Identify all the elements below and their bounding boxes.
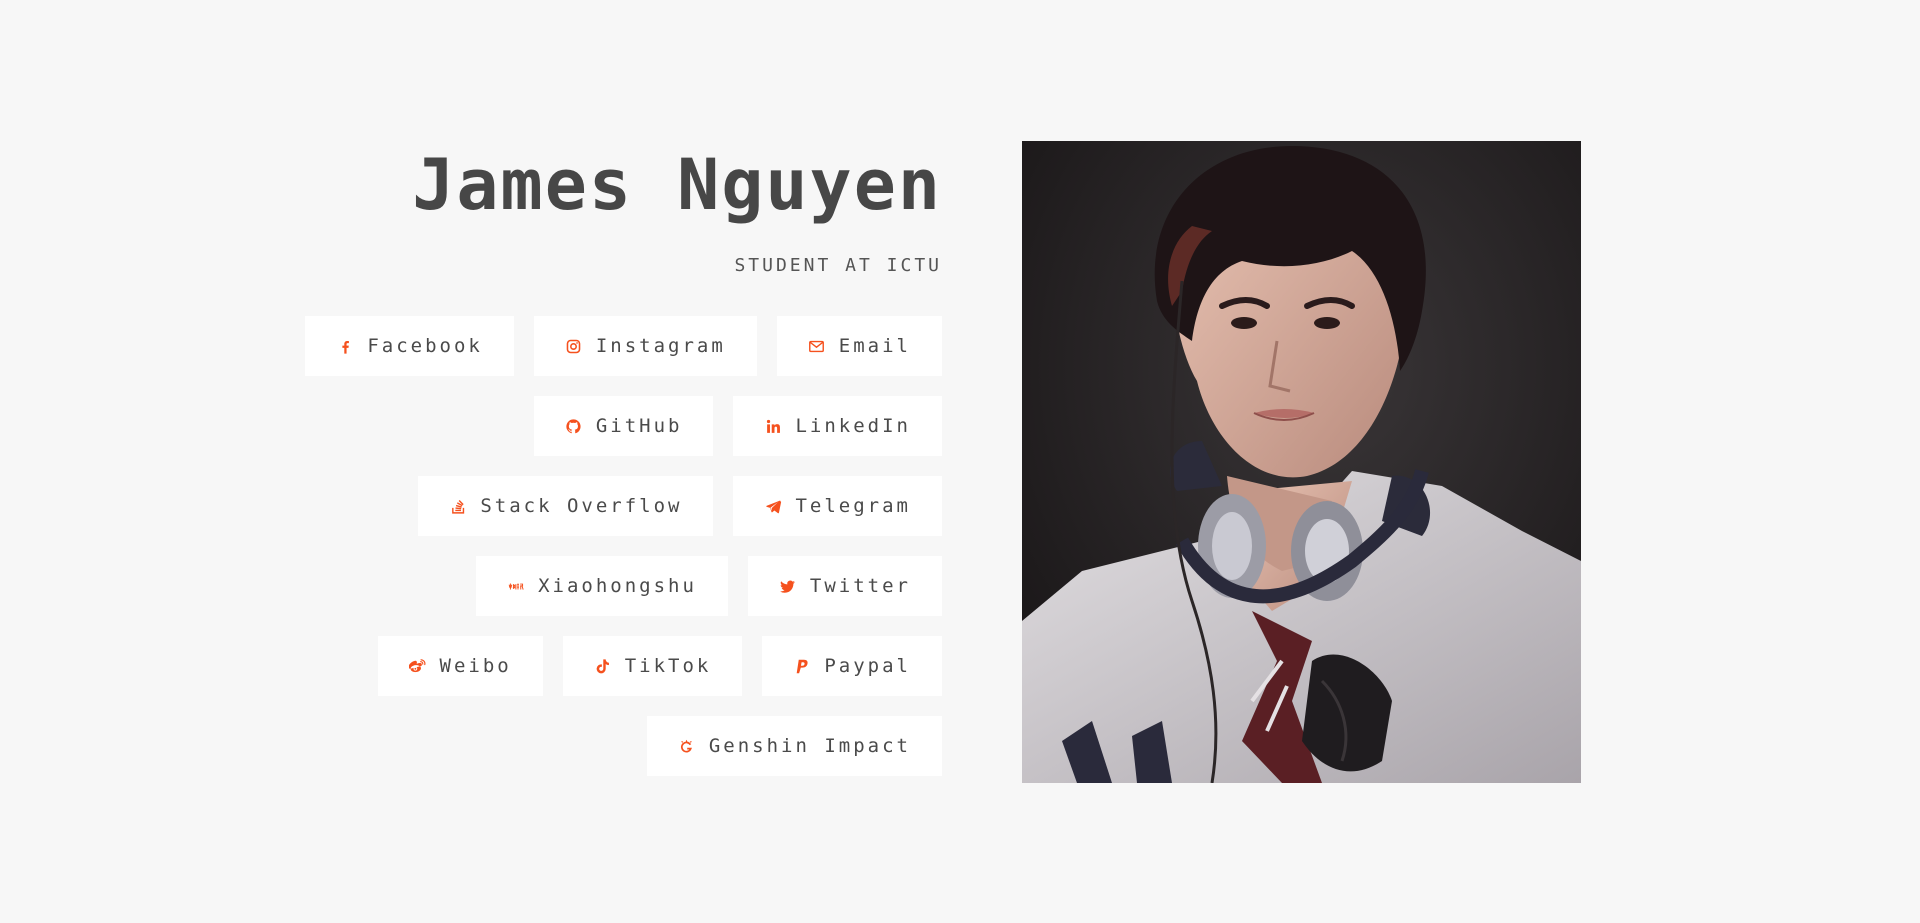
facebook-link[interactable]: Facebook bbox=[305, 316, 514, 376]
telegram-link[interactable]: Telegram bbox=[733, 476, 942, 536]
stack-overflow-link[interactable]: Stack Overflow bbox=[418, 476, 714, 536]
linkedin-link[interactable]: LinkedIn bbox=[733, 396, 942, 456]
weibo-label: Weibo bbox=[439, 655, 512, 677]
telegram-icon bbox=[764, 497, 782, 515]
facebook-icon bbox=[336, 337, 354, 355]
paypal-icon bbox=[793, 657, 811, 675]
profile-photo bbox=[1022, 141, 1581, 783]
genshin-impact-label: Genshin Impact bbox=[708, 735, 911, 757]
email-link[interactable]: Email bbox=[776, 316, 942, 376]
weibo-icon bbox=[409, 657, 427, 675]
stack-overflow-icon bbox=[449, 497, 467, 515]
xiaohongshu-icon bbox=[507, 577, 525, 595]
twitter-link[interactable]: Twitter bbox=[747, 556, 942, 616]
profile-name: James Nguyen bbox=[412, 144, 942, 226]
telegram-label: Telegram bbox=[795, 495, 911, 517]
genshin-impact-link[interactable]: Genshin Impact bbox=[646, 716, 942, 776]
profile-section: James Nguyen STUDENT AT ICTU Facebook In… bbox=[305, 140, 942, 796]
instagram-icon bbox=[565, 337, 583, 355]
github-link[interactable]: GitHub bbox=[533, 396, 714, 456]
paypal-label: Paypal bbox=[824, 655, 911, 677]
links-row: Xiaohongshu Twitter bbox=[340, 556, 942, 616]
profile-subtitle: STUDENT AT ICTU bbox=[734, 255, 942, 276]
xiaohongshu-link[interactable]: Xiaohongshu bbox=[476, 556, 728, 616]
facebook-label: Facebook bbox=[367, 335, 483, 357]
paypal-link[interactable]: Paypal bbox=[762, 636, 942, 696]
links-row: Stack Overflow Telegram bbox=[340, 476, 942, 536]
tiktok-link[interactable]: TikTok bbox=[562, 636, 743, 696]
page: James Nguyen STUDENT AT ICTU Facebook In… bbox=[0, 0, 1920, 923]
weibo-link[interactable]: Weibo bbox=[377, 636, 543, 696]
linkedin-icon bbox=[764, 417, 782, 435]
tiktok-icon bbox=[594, 657, 612, 675]
github-icon bbox=[565, 417, 583, 435]
links-row: Facebook Instagram Email bbox=[305, 316, 942, 376]
twitter-icon bbox=[779, 577, 797, 595]
instagram-label: Instagram bbox=[595, 335, 726, 357]
xiaohongshu-label: Xiaohongshu bbox=[538, 575, 697, 597]
stack-overflow-label: Stack Overflow bbox=[480, 495, 683, 517]
email-label: Email bbox=[838, 335, 911, 357]
social-links: Facebook Instagram Email GitHub LinkedIn… bbox=[305, 316, 942, 776]
genshin-icon bbox=[678, 737, 696, 755]
links-row: Genshin Impact bbox=[340, 716, 942, 776]
instagram-link[interactable]: Instagram bbox=[533, 316, 757, 376]
links-row: GitHub LinkedIn bbox=[340, 396, 942, 456]
links-row: Weibo TikTok Paypal bbox=[340, 636, 942, 696]
github-label: GitHub bbox=[595, 415, 683, 437]
profile-photo-illustration bbox=[1022, 141, 1581, 783]
envelope-icon bbox=[808, 337, 826, 355]
linkedin-label: LinkedIn bbox=[795, 415, 911, 437]
twitter-label: Twitter bbox=[809, 575, 911, 597]
tiktok-label: TikTok bbox=[624, 655, 712, 677]
